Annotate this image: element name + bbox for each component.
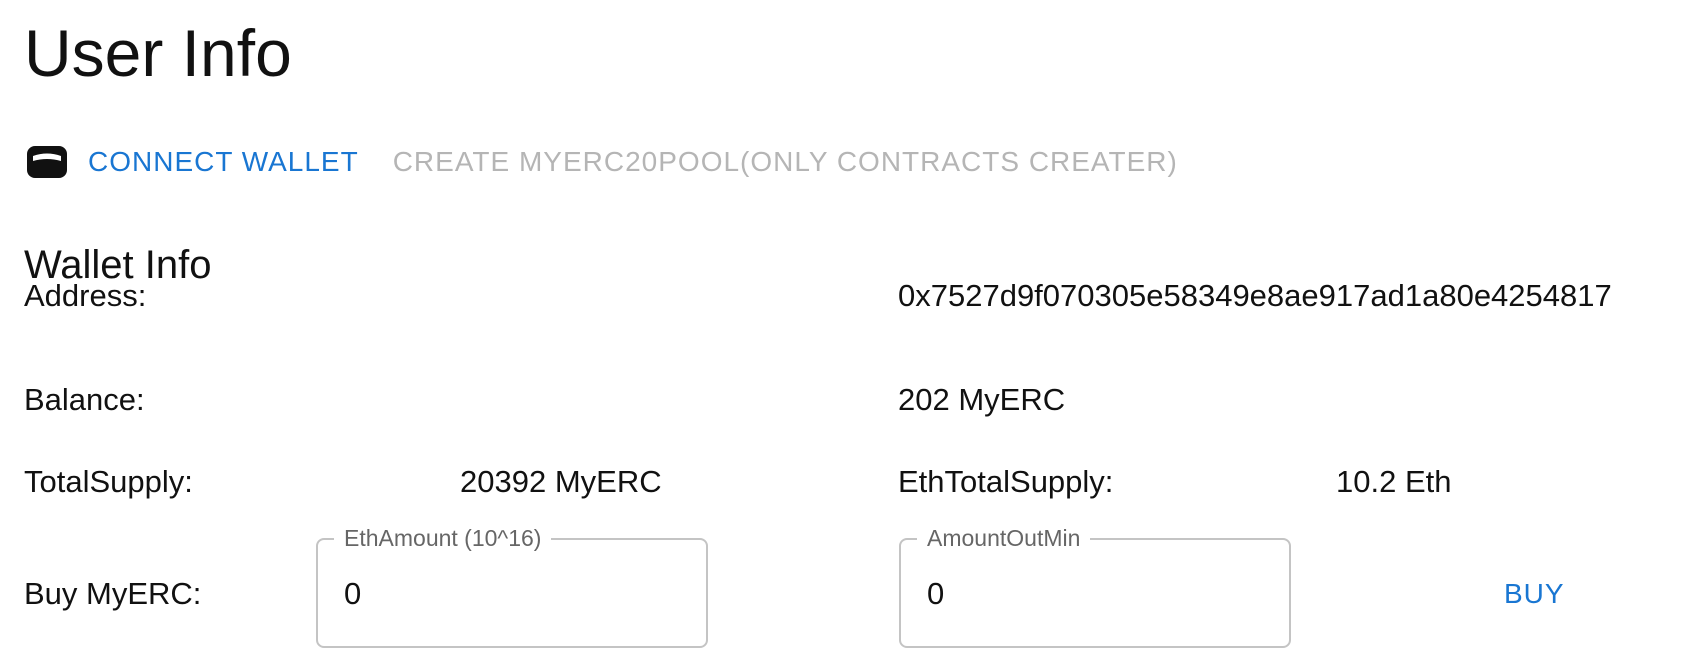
wallet-icon [26,145,68,179]
buy-button[interactable]: BUY [1504,574,1565,614]
total-supply-label: TotalSupply: [24,464,193,499]
amount-out-min-input[interactable] [927,574,1257,614]
page-title: User Info [24,16,292,90]
total-supply-value: 20392 MyERC [460,464,662,499]
toolbar: CONNECT WALLET CREATE MYERC20POOL(ONLY C… [26,142,1178,182]
eth-amount-field-label: EthAmount (10^16) [334,523,552,553]
eth-amount-input[interactable] [344,574,674,614]
address-value: 0x7527d9f070305e58349e8ae917ad1a80e42548… [898,278,1612,313]
buy-myerc-label: Buy MyERC: [24,576,202,611]
eth-total-supply-value: 10.2 Eth [1336,464,1452,499]
amount-out-min-field-label: AmountOutMin [917,523,1091,553]
create-pool-button[interactable]: CREATE MYERC20POOL(ONLY CONTRACTS CREATE… [393,146,1178,178]
balance-label: Balance: [24,382,145,417]
connect-wallet-button[interactable]: CONNECT WALLET [26,145,359,179]
balance-value: 202 MyERC [898,382,1066,417]
amount-out-min-field: AmountOutMin [899,523,1291,648]
eth-total-supply-label: EthTotalSupply: [898,464,1114,499]
eth-amount-field: EthAmount (10^16) [316,523,708,648]
address-label: Address: [24,278,147,313]
connect-wallet-label: CONNECT WALLET [88,146,359,177]
